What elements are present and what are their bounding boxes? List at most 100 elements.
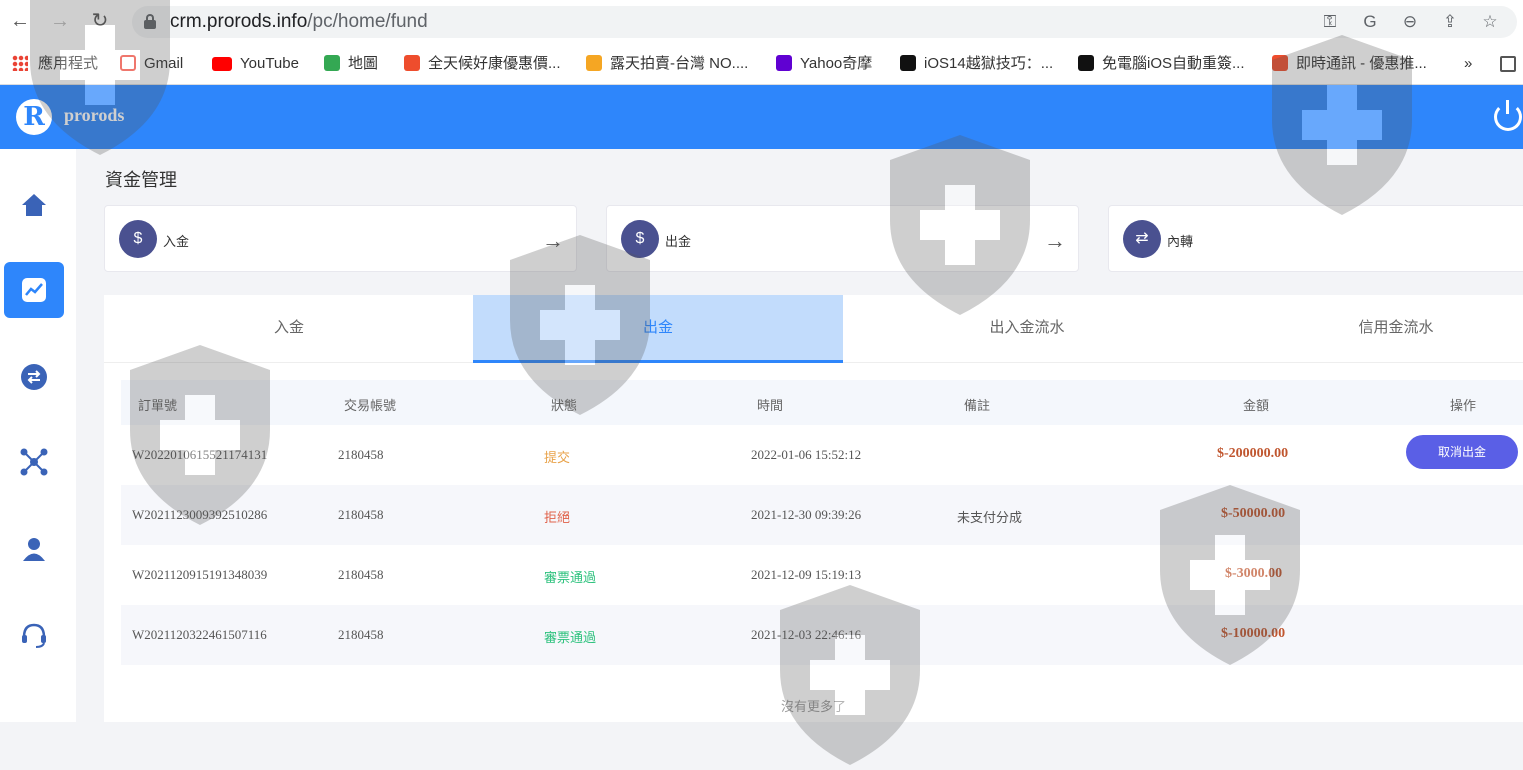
- tab-withdraw[interactable]: 出金: [473, 295, 843, 363]
- time: 2021-12-03 22:46:16: [751, 627, 862, 642]
- amount: $-200000.00: [1217, 446, 1289, 461]
- network-icon: [20, 448, 48, 476]
- cancel-withdraw-button[interactable]: 取消出金: [1406, 435, 1518, 469]
- time: 2021-12-30 09:39:26: [751, 507, 862, 522]
- col-account: 交易帳號: [344, 398, 397, 413]
- tabs: 入金 出金 出入金流水 信用金流水: [104, 295, 1523, 363]
- bookmark-chat[interactable]: 即時通訊 - 優惠推...: [1272, 53, 1427, 75]
- sidebar-item-transfer[interactable]: [4, 349, 64, 405]
- page-title: 資金管理: [105, 170, 177, 190]
- yahoo-icon: [776, 55, 792, 71]
- arrow-right-icon: →: [1044, 228, 1066, 253]
- table-row: W2021123009392510286 2180458 拒絕 2021-12-…: [121, 485, 1523, 545]
- reload-icon[interactable]: ↻: [88, 9, 112, 33]
- card-internal-transfer[interactable]: ⇄ 內轉: [1108, 205, 1523, 272]
- bookmark-maps[interactable]: 地圖: [324, 53, 378, 75]
- home-icon: [22, 194, 46, 216]
- col-amount: 金額: [1243, 398, 1270, 413]
- lock-icon: [144, 14, 156, 29]
- sidebar: [0, 149, 76, 722]
- time: 2021-12-09 15:19:13: [751, 567, 862, 582]
- shopee-icon: [1272, 55, 1288, 71]
- amount: $-50000.00: [1221, 506, 1286, 521]
- power-icon[interactable]: [1494, 100, 1522, 131]
- col-time: 時間: [757, 398, 784, 413]
- table-row: W2021120915191348039 2180458 審票通過 2021-1…: [121, 545, 1523, 605]
- sidebar-item-support[interactable]: [4, 607, 64, 663]
- account-number: 2180458: [338, 507, 384, 522]
- reading-list-icon[interactable]: [1500, 56, 1516, 72]
- ios-app-icon: [900, 55, 916, 71]
- note: 未支付分成: [957, 511, 1023, 526]
- tab-flow[interactable]: 出入金流水: [842, 295, 1212, 363]
- bookmark-shopee[interactable]: 全天候好康優惠價...: [404, 53, 561, 75]
- card-withdraw[interactable]: $ 出金 →: [606, 205, 1079, 272]
- bookmark-ios14[interactable]: iOS14越獄技巧：...: [900, 53, 1053, 75]
- account-number: 2180458: [338, 447, 384, 462]
- logo-icon: R: [16, 99, 52, 135]
- card-deposit[interactable]: $ 入金 →: [104, 205, 577, 272]
- order-number: W2021120322461507116: [132, 627, 267, 642]
- key-icon[interactable]: ⚿: [1318, 10, 1342, 34]
- amount: $-3000.00: [1225, 566, 1283, 581]
- col-order: 訂單號: [138, 398, 178, 413]
- apps-grid-icon: [12, 55, 28, 71]
- bookmark-apps[interactable]: 應用程式: [12, 53, 98, 75]
- bookmarks-bar: 應用程式 Gmail YouTube 地圖 全天候好康優惠價... 露天拍賣-台…: [0, 44, 1523, 85]
- status-badge: 拒絕: [544, 511, 571, 526]
- shopee-icon: [404, 55, 420, 71]
- tab-credit-flow[interactable]: 信用金流水: [1211, 295, 1523, 363]
- maps-icon: [324, 55, 340, 71]
- sidebar-item-network[interactable]: [4, 434, 64, 490]
- back-arrow-icon[interactable]: ←: [8, 9, 32, 33]
- translate-icon[interactable]: G: [1358, 10, 1382, 34]
- chart-line-icon: [22, 278, 46, 302]
- records-panel: 入金 出金 出入金流水 信用金流水 訂單號 交易帳號 狀態 時間 備註 金額 操…: [104, 295, 1523, 722]
- address-bar[interactable]: crm.prorods.info/pc/home/fund ⚿ G ⊖ ⇪ ☆: [132, 6, 1517, 38]
- gmail-icon: [120, 55, 136, 71]
- url-text[interactable]: crm.prorods.info/pc/home/fund: [170, 11, 428, 33]
- tab-deposit[interactable]: 入金: [104, 295, 474, 363]
- account-number: 2180458: [338, 627, 384, 642]
- order-number: W2021120915191348039: [132, 567, 268, 582]
- table-row: W2021120322461507116 2180458 審票通過 2021-1…: [121, 605, 1523, 665]
- exchange-icon: [21, 364, 47, 390]
- user-icon: [23, 538, 45, 561]
- app-header: R prorods: [0, 85, 1523, 149]
- bookmark-yahoo[interactable]: Yahoo奇摩: [776, 53, 872, 75]
- arrow-right-icon: →: [542, 228, 564, 253]
- youtube-icon: [212, 57, 232, 71]
- zoom-icon[interactable]: ⊖: [1398, 10, 1422, 34]
- forward-arrow-icon[interactable]: →: [48, 9, 72, 33]
- order-number: W2022010615521174131: [132, 447, 268, 462]
- col-note: 備註: [964, 398, 991, 413]
- order-number: W2021123009392510286: [132, 507, 268, 522]
- status-badge: 提交: [544, 451, 571, 466]
- money-bag-icon: $: [119, 220, 157, 258]
- bookmark-youtube[interactable]: YouTube: [212, 53, 299, 75]
- card-label: 內轉: [1167, 234, 1194, 249]
- no-more-text: 沒有更多了: [780, 699, 846, 714]
- bookmark-ruten[interactable]: 露天拍賣-台灣 NO....: [586, 53, 748, 75]
- status-badge: 審票通過: [544, 571, 597, 586]
- sidebar-item-home[interactable]: [4, 177, 64, 233]
- star-icon[interactable]: ☆: [1478, 10, 1502, 34]
- card-label: 入金: [163, 234, 190, 249]
- table-header: 訂單號 交易帳號 狀態 時間 備註 金額 操作: [121, 380, 1523, 425]
- headset-icon: [22, 623, 46, 648]
- sidebar-item-fund[interactable]: [4, 262, 64, 318]
- bookmarks-more[interactable]: »: [1464, 53, 1472, 75]
- sidebar-item-user[interactable]: [4, 521, 64, 577]
- amount: $-10000.00: [1221, 626, 1286, 641]
- card-label: 出金: [665, 234, 692, 249]
- money-bag-icon: $: [621, 220, 659, 258]
- bookmark-gmail[interactable]: Gmail: [120, 53, 183, 75]
- col-action: 操作: [1450, 398, 1477, 413]
- share-icon[interactable]: ⇪: [1438, 10, 1462, 34]
- table-row: W2022010615521174131 2180458 提交 2022-01-…: [121, 425, 1523, 485]
- status-badge: 審票通過: [544, 631, 597, 646]
- bookmark-ios-resign[interactable]: 免電腦iOS自動重簽...: [1078, 53, 1245, 75]
- time: 2022-01-06 15:52:12: [751, 447, 862, 462]
- browser-toolbar: ← → ↻ crm.prorods.info/pc/home/fund ⚿ G …: [0, 0, 1523, 44]
- ios-app-icon: [1078, 55, 1094, 71]
